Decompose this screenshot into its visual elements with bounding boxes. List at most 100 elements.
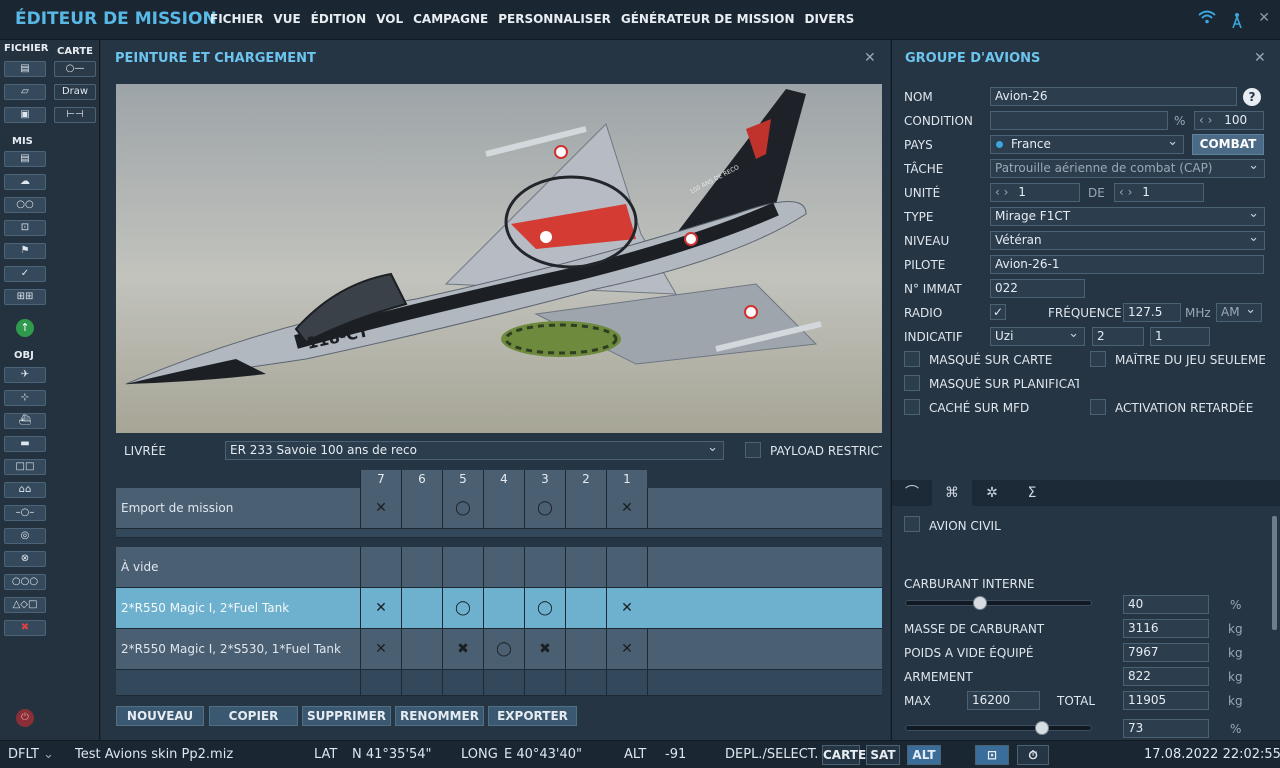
game-master-checkbox[interactable]: [1090, 351, 1106, 367]
menu-fichier[interactable]: FICHIER: [210, 12, 263, 26]
livery-select[interactable]: ER 233 Savoie 100 ans de reco: [225, 441, 724, 460]
tab-triggers[interactable]: ✲: [972, 480, 1012, 506]
fuel-slider-handle[interactable]: [972, 596, 987, 610]
band-select[interactable]: AM: [1216, 303, 1262, 322]
menu-personnaliser[interactable]: PERSONNALISER: [498, 12, 611, 26]
key-tool-button[interactable]: ○—: [54, 61, 96, 77]
menu-generateur[interactable]: GÉNÉRATEUR DE MISSION: [621, 12, 795, 26]
fuel-percent-field[interactable]: 40: [1123, 595, 1209, 614]
max-weight-field[interactable]: 16200: [967, 691, 1040, 710]
weather-button[interactable]: ☁: [4, 174, 46, 190]
new-file-button[interactable]: ▤: [4, 61, 46, 77]
shapes-icon[interactable]: △◇□: [4, 597, 46, 613]
open-file-button[interactable]: ▱: [4, 84, 46, 100]
save-file-button[interactable]: ▣: [4, 107, 46, 123]
hidden-on-planner-checkbox[interactable]: [904, 375, 920, 391]
route-button[interactable]: ○○: [4, 197, 46, 213]
antenna-icon[interactable]: [1230, 10, 1244, 32]
timer-icon[interactable]: ⏱: [1017, 745, 1049, 765]
wifi-icon[interactable]: [1198, 10, 1216, 32]
structure-icon[interactable]: ⌂⌂: [4, 482, 46, 498]
loadout-row[interactable]: 2*R550 Magic I, 2*S530, 1*Fuel Tank ✕ ✖ …: [116, 629, 882, 670]
group-panel-scrollbar[interactable]: [1272, 516, 1277, 630]
close-paint-panel-icon[interactable]: ✕: [864, 50, 876, 66]
loadout-row-mission[interactable]: Emport de mission ✕ ◯ ◯ ✕: [116, 488, 882, 529]
payload-restriction-checkbox[interactable]: [745, 442, 761, 458]
tab-route[interactable]: ⌒: [892, 480, 932, 506]
close-group-panel-icon[interactable]: ✕: [1254, 50, 1266, 66]
radio-checkbox[interactable]: ✓: [990, 304, 1006, 320]
screenshot-icon[interactable]: ⊡: [975, 745, 1009, 765]
static-object-icon[interactable]: □□: [4, 459, 46, 475]
zone-button[interactable]: ⊡: [4, 220, 46, 236]
armament-field[interactable]: 822: [1123, 667, 1209, 686]
frequency-field[interactable]: 127.5: [1123, 303, 1181, 322]
weight-slider-handle[interactable]: [1034, 721, 1049, 735]
exit-icon[interactable]: ⏻: [16, 709, 34, 727]
cross-circle-icon[interactable]: ⊗: [4, 551, 46, 567]
loadout-row-selected[interactable]: 2*R550 Magic I, 2*Fuel Tank ✕ ◯ ◯ ✕: [116, 588, 882, 629]
menu-edition[interactable]: ÉDITION: [311, 12, 367, 26]
draw-button[interactable]: Draw: [54, 84, 96, 100]
menu-vol[interactable]: VOL: [376, 12, 403, 26]
empty-weight-field[interactable]: 7967: [1123, 643, 1209, 662]
callsign-number-2[interactable]: 1: [1150, 327, 1210, 346]
condition-field[interactable]: [990, 111, 1168, 130]
fuel-mass-field[interactable]: 3116: [1123, 619, 1209, 638]
unit-total-stepper[interactable]: ‹ › 1: [1114, 183, 1204, 202]
plane-icon[interactable]: ✈: [4, 367, 46, 383]
tail-number-field[interactable]: 022: [990, 279, 1085, 298]
copy-loadout-button[interactable]: COPIER: [209, 706, 298, 726]
loadout-row-empty[interactable]: À vide: [116, 547, 882, 588]
close-app-icon[interactable]: ✕: [1258, 10, 1270, 32]
help-icon[interactable]: ?: [1243, 88, 1261, 106]
helicopter-icon[interactable]: ⊹: [4, 390, 46, 406]
upload-icon[interactable]: ↑: [16, 319, 34, 337]
name-field[interactable]: Avion-26: [990, 87, 1237, 106]
mission-briefing-button[interactable]: ▤: [4, 151, 46, 167]
vehicle-icon[interactable]: ▬: [4, 436, 46, 452]
flag-button[interactable]: ⚑: [4, 243, 46, 259]
target-icon[interactable]: ◎: [4, 528, 46, 544]
unit-stepper[interactable]: ‹ › 1: [990, 183, 1080, 202]
export-loadout-button[interactable]: EXPORTER: [488, 706, 577, 726]
waypoint-icon[interactable]: –○–: [4, 505, 46, 521]
civil-aircraft-checkbox[interactable]: [904, 516, 920, 532]
total-weight-field[interactable]: 11905: [1123, 691, 1209, 710]
tab-summary[interactable]: Σ: [1012, 480, 1052, 506]
measure-button[interactable]: ⊢⊣: [54, 107, 96, 123]
new-loadout-button[interactable]: NOUVEAU: [116, 706, 204, 726]
late-activation-checkbox[interactable]: [1090, 399, 1106, 415]
stepper-arrows-icon[interactable]: ‹ ›: [1119, 185, 1136, 199]
skill-select[interactable]: Vétéran: [990, 231, 1265, 250]
map-sat-button[interactable]: SAT: [866, 745, 900, 765]
weight-slider[interactable]: [905, 725, 1092, 731]
delete-loadout-button[interactable]: SUPPRIMER: [302, 706, 391, 726]
rename-loadout-button[interactable]: RENOMMER: [395, 706, 484, 726]
profile-select[interactable]: DFLT ⌄: [8, 747, 54, 762]
country-select[interactable]: France: [990, 135, 1184, 154]
delete-icon[interactable]: ✖: [4, 620, 46, 636]
stepper-arrows-icon[interactable]: ‹ ›: [1199, 113, 1216, 127]
hidden-on-mfd-checkbox[interactable]: [904, 399, 920, 415]
menu-campagne[interactable]: CAMPAGNE: [413, 12, 488, 26]
stepper-arrows-icon[interactable]: ‹ ›: [995, 185, 1012, 199]
callsign-select[interactable]: Uzi: [990, 327, 1085, 346]
type-select[interactable]: Mirage F1CT: [990, 207, 1265, 226]
pilot-field[interactable]: Avion-26-1: [990, 255, 1264, 274]
hidden-on-map-checkbox[interactable]: [904, 351, 920, 367]
tab-loadout[interactable]: ⌘: [932, 480, 972, 506]
weight-percent-field[interactable]: 73: [1123, 719, 1209, 738]
map-alt-button[interactable]: ALT: [907, 745, 941, 765]
check-button[interactable]: ✓: [4, 266, 46, 282]
callsign-number-1[interactable]: 2: [1092, 327, 1144, 346]
map-carte-button[interactable]: CARTE: [822, 745, 866, 765]
group-icon[interactable]: ○○○: [4, 574, 46, 590]
menu-vue[interactable]: VUE: [273, 12, 300, 26]
menu-divers[interactable]: DIVERS: [805, 12, 855, 26]
combat-button[interactable]: COMBAT: [1192, 134, 1264, 155]
task-select[interactable]: Patrouille aérienne de combat (CAP): [990, 159, 1265, 178]
triggers-button[interactable]: ⊞⊞: [4, 289, 46, 305]
ship-icon[interactable]: ⛴: [4, 413, 46, 429]
condition-stepper[interactable]: ‹ › 100: [1194, 111, 1264, 130]
